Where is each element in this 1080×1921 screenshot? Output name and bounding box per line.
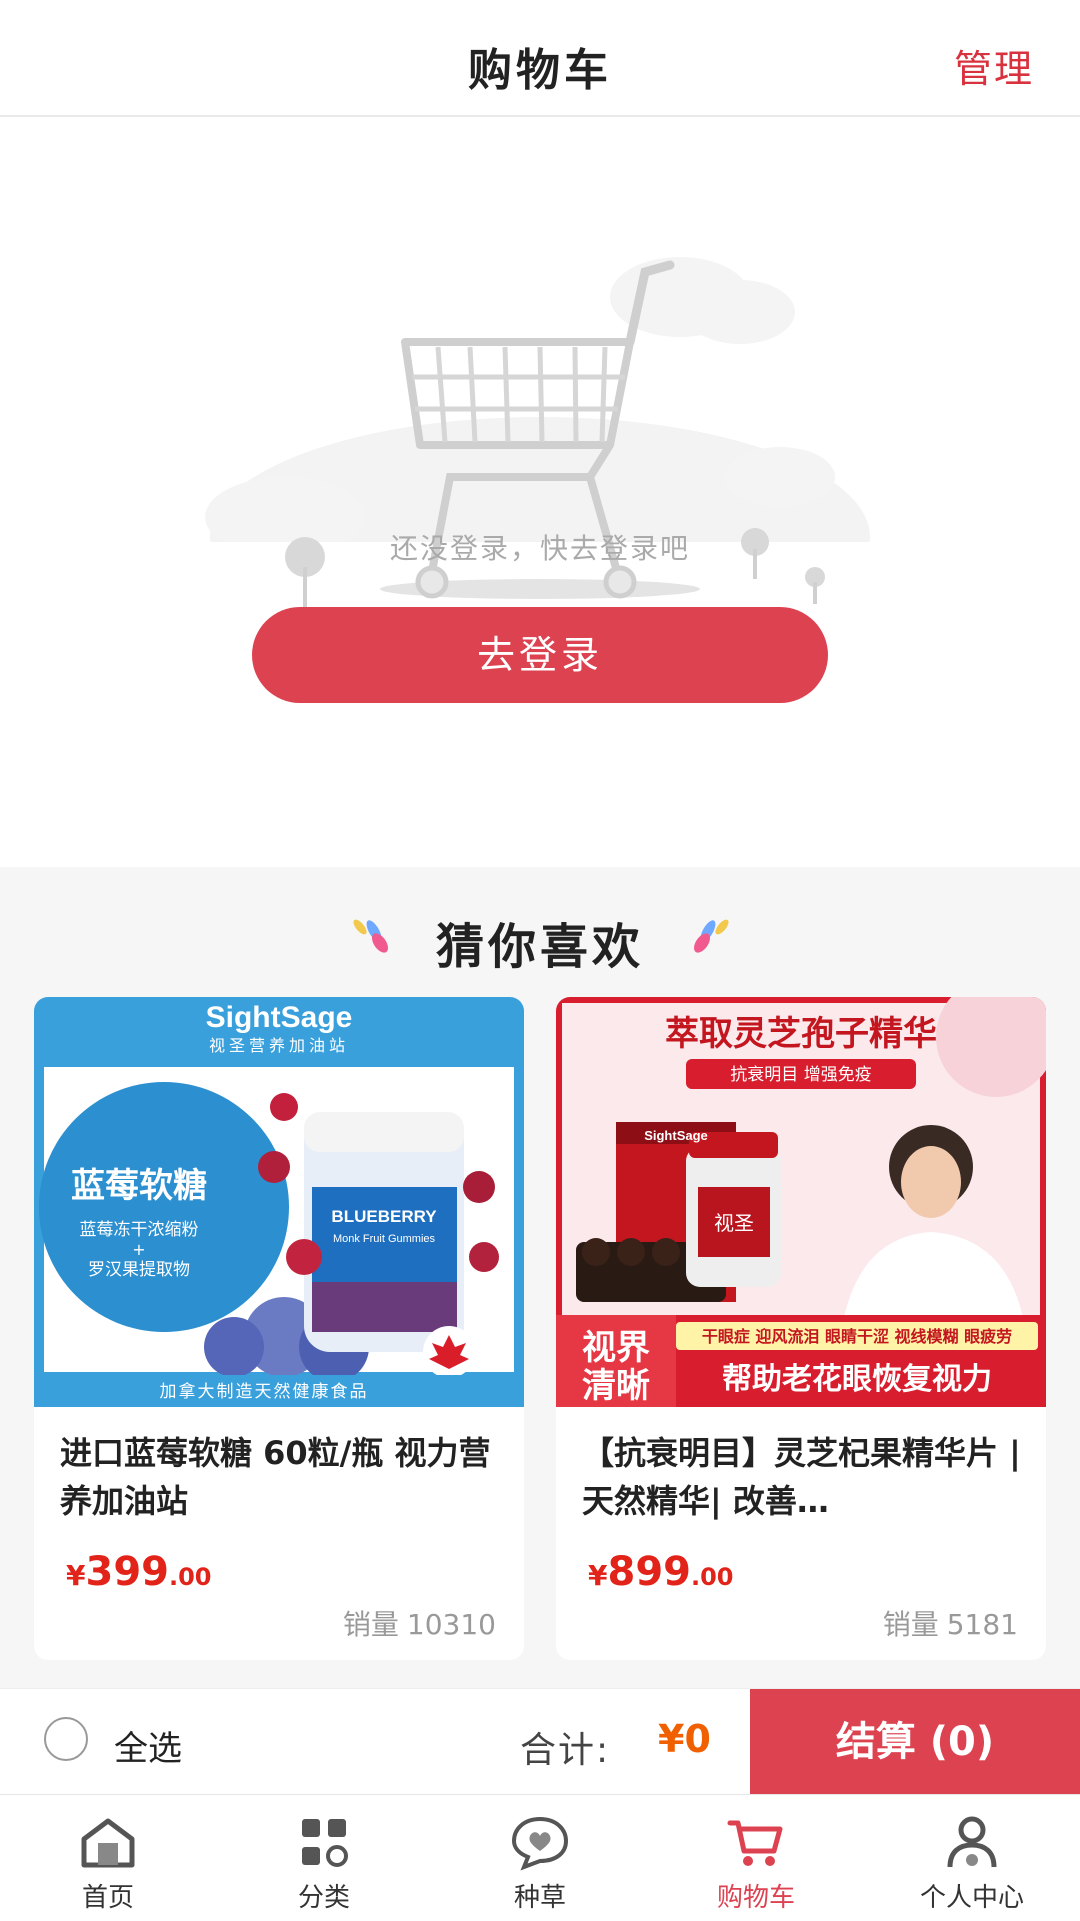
- home-icon: [81, 1818, 135, 1868]
- tab-bar: 首页 分类 种草 购物车 个人中心: [0, 1794, 1080, 1921]
- tab-label: 购物车: [716, 1883, 795, 1913]
- user-icon: [947, 1816, 997, 1868]
- price-symbol: ¥: [588, 1559, 608, 1592]
- box-brand: SightSage: [644, 1128, 708, 1143]
- cart-icon: [727, 1820, 783, 1866]
- tab-home[interactable]: 首页: [0, 1795, 216, 1921]
- product-sales: 销量 10310: [343, 1603, 496, 1643]
- image-headline: 萃取灵芝孢子精华: [665, 1014, 937, 1054]
- checkout-bar: 全选 合计: ¥0 结算 (0): [0, 1688, 1080, 1795]
- product-name[interactable]: 【抗衰明目】灵芝杞果精华片 | 天然精华| 改善…: [582, 1429, 1026, 1525]
- header: 购物车 管理: [0, 0, 1080, 117]
- heart-chat-icon: [511, 1816, 569, 1871]
- sales-label: 销量: [882, 1608, 939, 1641]
- tab-cart[interactable]: 购物车: [648, 1795, 864, 1921]
- recommend-title: 猜你喜欢: [435, 919, 644, 975]
- total-value: ¥0: [658, 1717, 711, 1761]
- product-image-blueberry[interactable]: SightSage 视圣营养加油站 蓝莓软糖 蓝莓冻干浓缩粉 + 罗汉果提取物 …: [34, 997, 524, 1407]
- image-tag: 抗衰明目 增强免疫: [730, 1065, 871, 1085]
- page-title: 购物车: [468, 45, 612, 96]
- select-all-label[interactable]: 全选: [114, 1721, 182, 1770]
- bottle-sub: Monk Fruit Gummies: [333, 1233, 436, 1245]
- manage-button[interactable]: 管理: [954, 38, 1034, 93]
- checkout-button[interactable]: 结算 (0): [750, 1689, 1080, 1795]
- sales-label: 销量: [342, 1608, 399, 1641]
- price-decimal: .00: [168, 1563, 212, 1591]
- product-image-lingzhi[interactable]: 萃取灵芝孢子精华 抗衰明目 增强免疫 SightSage 视圣 干眼症 迎风流泪…: [556, 997, 1046, 1407]
- tab-category[interactable]: 分类: [216, 1795, 432, 1921]
- total-label: 合计:: [520, 1730, 611, 1771]
- jar-label: 视圣: [714, 1211, 754, 1235]
- tab-label: 首页: [81, 1883, 134, 1913]
- tab-label: 个人中心: [919, 1883, 1024, 1913]
- price-decimal: .00: [690, 1563, 734, 1591]
- tab-profile[interactable]: 个人中心: [864, 1795, 1080, 1921]
- tab-label: 分类: [297, 1883, 350, 1913]
- login-prompt-text: 还没登录，快去登录吧: [389, 532, 690, 565]
- image-brand-sub: 视圣营养加油站: [209, 1036, 349, 1055]
- image-footer: 加拿大制造天然健康食品: [160, 1381, 369, 1402]
- price-integer: 399: [85, 1549, 169, 1595]
- badge-line2: 清晰: [582, 1366, 650, 1406]
- product-name[interactable]: 进口蓝莓软糖 60粒/瓶 视力营养加油站: [60, 1429, 504, 1525]
- sales-value: 10310: [406, 1608, 496, 1641]
- sales-value: 5181: [946, 1608, 1018, 1641]
- image-footer: 帮助老花眼恢复视力: [722, 1362, 992, 1397]
- login-button[interactable]: 去登录: [252, 607, 828, 703]
- image-line2: 罗汉果提取物: [88, 1260, 190, 1280]
- empty-cart-illustration: [200, 257, 880, 657]
- product-card[interactable]: 萃取灵芝孢子精华 抗衰明目 增强免疫 SightSage 视圣 干眼症 迎风流泪…: [556, 997, 1046, 1660]
- image-line1: 蓝莓冻干浓缩粉: [80, 1220, 199, 1240]
- product-price: ¥399.00: [66, 1549, 212, 1595]
- empty-cart-state: 还没登录，快去登录吧 去登录: [0, 117, 1080, 867]
- image-plus: +: [132, 1240, 145, 1259]
- image-brand: SightSage: [206, 1001, 353, 1034]
- sparkle-right-icon: [694, 919, 729, 953]
- bottle-label: BLUEBERRY: [331, 1207, 437, 1226]
- product-card[interactable]: SightSage 视圣营养加油站 蓝莓软糖 蓝莓冻干浓缩粉 + 罗汉果提取物 …: [34, 997, 524, 1660]
- grid-icon: [302, 1819, 348, 1867]
- tab-community[interactable]: 种草: [432, 1795, 648, 1921]
- select-all-checkbox[interactable]: [44, 1717, 88, 1761]
- product-price: ¥899.00: [588, 1549, 734, 1595]
- product-sales: 销量 5181: [883, 1603, 1018, 1643]
- image-symptoms: 干眼症 迎风流泪 眼睛干涩 视线模糊 眼疲劳: [702, 1327, 1012, 1346]
- tab-label: 种草: [513, 1883, 566, 1913]
- image-headline: 蓝莓软糖: [71, 1166, 207, 1206]
- badge-line1: 视界: [582, 1328, 650, 1368]
- price-symbol: ¥: [66, 1559, 86, 1592]
- price-integer: 899: [607, 1549, 691, 1595]
